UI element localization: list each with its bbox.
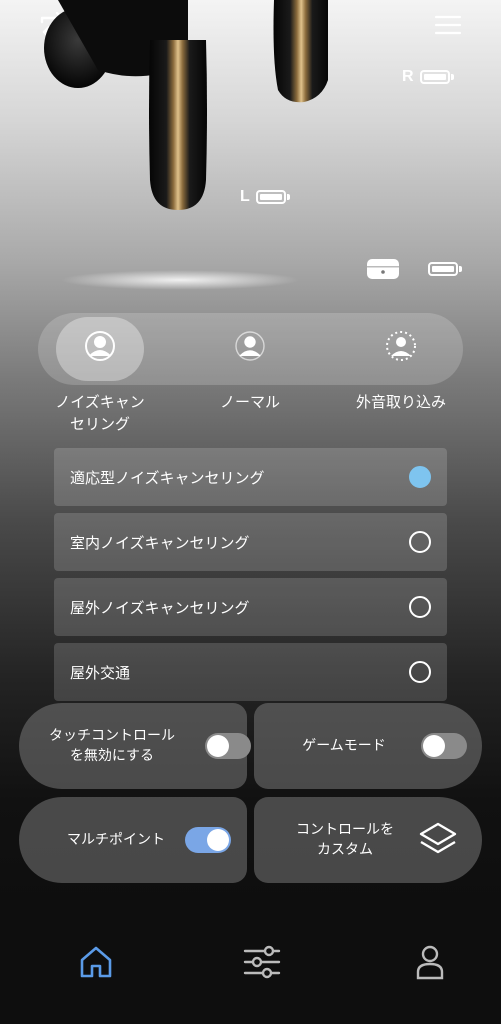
card-game-mode[interactable]: ゲームモード <box>254 703 482 789</box>
battery-icon <box>419 70 454 84</box>
radio-selected[interactable] <box>409 466 431 488</box>
charging-case-icon <box>366 257 400 285</box>
mode-label-normal: ノーマル <box>219 393 280 411</box>
home-icon <box>78 944 114 984</box>
mode-ambient[interactable] <box>357 317 445 381</box>
ambient-person-icon <box>385 330 417 368</box>
hamburger-menu-icon[interactable] <box>433 10 463 40</box>
battery-icon <box>255 190 290 204</box>
right-label: R <box>402 68 414 85</box>
nav-equalizer[interactable] <box>240 942 284 986</box>
card-multipoint[interactable]: マルチポイント <box>19 797 247 883</box>
option-label: 屋外ノイズキャンセリング <box>70 598 250 617</box>
card-custom-control[interactable]: コントロールを カスタム <box>254 797 482 883</box>
game-mode-toggle[interactable] <box>421 733 467 759</box>
reflection-glow <box>60 270 300 290</box>
option-outdoor-nc[interactable]: 屋外ノイズキャンセリング <box>54 578 447 636</box>
right-battery: R <box>402 68 454 86</box>
mode-label-ambient: 外音取り込み <box>355 393 446 411</box>
equalizer-icon <box>243 945 281 983</box>
option-label: 室内ノイズキャンセリング <box>70 533 250 552</box>
option-adaptive-nc[interactable]: 適応型ノイズキャンセリング <box>54 448 447 506</box>
game-mode-label: ゲームモード <box>302 738 386 754</box>
mode-normal[interactable] <box>206 317 294 381</box>
case-battery <box>428 262 462 276</box>
touch-control-label: タッチコントロール を無効にする <box>49 728 175 764</box>
option-indoor-nc[interactable]: 室内ノイズキャンセリング <box>54 513 447 571</box>
radio-unselected[interactable] <box>409 531 431 553</box>
left-label: L <box>240 188 250 205</box>
earbuds-image <box>38 0 329 220</box>
option-label: 屋外交通 <box>70 663 131 682</box>
mode-label-noise-cancelling: ノイズキャン セリング <box>55 393 145 433</box>
left-battery: L <box>240 188 290 206</box>
mode-selector <box>38 313 463 385</box>
option-label: 適応型ノイズキャンセリング <box>70 468 265 487</box>
card-touch-control[interactable]: タッチコントロール を無効にする <box>19 703 251 789</box>
mode-noise-cancelling[interactable] <box>56 317 144 381</box>
radio-unselected[interactable] <box>409 596 431 618</box>
battery-icon <box>428 262 462 276</box>
nav-profile[interactable] <box>408 942 452 986</box>
profile-icon <box>415 944 445 984</box>
nav-home[interactable] <box>74 942 118 986</box>
radio-unselected[interactable] <box>409 661 431 683</box>
noise-cancelling-person-icon <box>84 330 116 368</box>
custom-control-label: コントロールを カスタム <box>296 822 394 858</box>
multipoint-label: マルチポイント <box>67 832 165 848</box>
touch-control-toggle[interactable] <box>205 733 251 759</box>
normal-person-icon <box>234 330 266 368</box>
multipoint-toggle[interactable] <box>185 827 231 853</box>
layers-icon <box>418 821 458 863</box>
option-outdoor-traffic[interactable]: 屋外交通 <box>54 643 447 701</box>
